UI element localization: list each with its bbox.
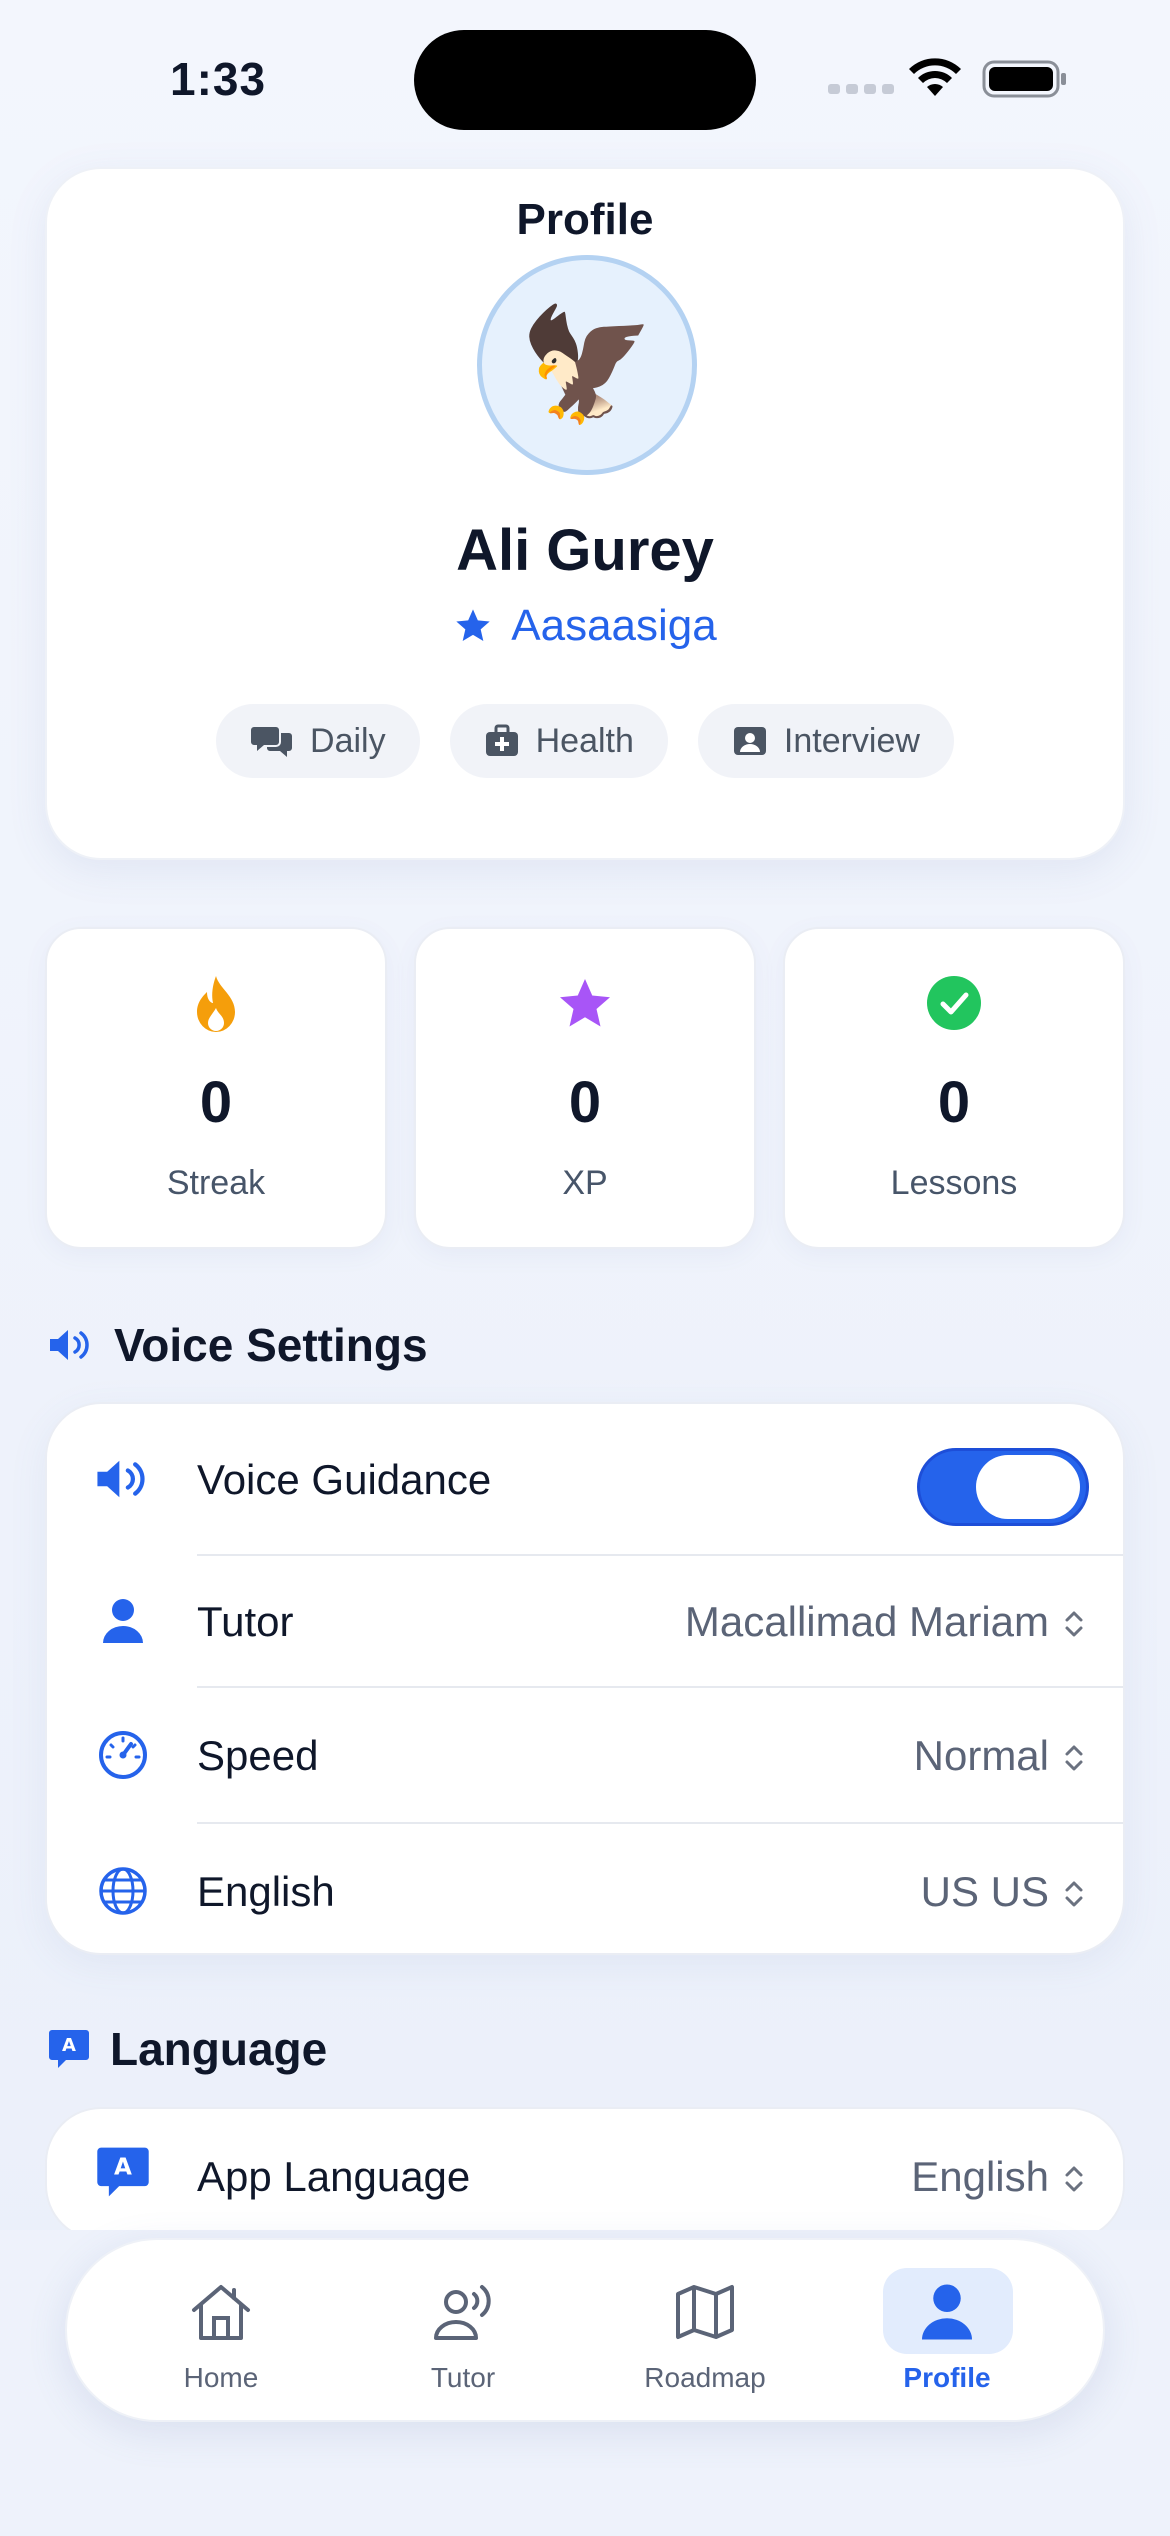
star-icon <box>560 979 610 1027</box>
toggle-knob <box>976 1455 1080 1519</box>
chevron-up-down-icon <box>1065 1745 1083 1771</box>
setting-label: Tutor <box>197 1598 294 1645</box>
profile-card: Profile 🦅 Ali Gurey Aasaasiga Daily Heal… <box>45 167 1125 860</box>
stat-card-streak: 0 Streak <box>45 927 387 1249</box>
speed-select-value[interactable]: Normal <box>914 1732 1049 1780</box>
setting-label: English <box>197 1868 335 1915</box>
flame-icon <box>197 976 235 1032</box>
avatar[interactable]: 🦅 <box>477 255 697 475</box>
translate-icon: A <box>97 2147 149 2197</box>
voice-settings-card: Voice Guidance Tutor Macallimad Mariam S… <box>45 1402 1125 1955</box>
voice-guidance-toggle[interactable] <box>917 1448 1089 1526</box>
language-header: A Language <box>48 2022 327 2076</box>
tab-bar: Home Tutor Roadmap Profile <box>65 2238 1105 2422</box>
status-time: 1:33 <box>170 53 267 105</box>
level-badge: Aasaasiga <box>47 601 1123 651</box>
speaker-icon <box>97 1460 145 1498</box>
stat-card-xp: 0 XP <box>414 927 756 1249</box>
svg-text:A: A <box>62 2035 76 2056</box>
tutor-select-value[interactable]: Macallimad Mariam <box>685 1598 1049 1646</box>
stat-label: XP <box>562 1164 608 1202</box>
stat-card-lessons: 0 Lessons <box>783 927 1125 1249</box>
stat-value: 0 <box>568 1070 602 1135</box>
stat-value: 0 <box>937 1070 971 1135</box>
medical-kit-icon <box>485 724 518 756</box>
chevron-up-down-icon <box>1065 1881 1083 1907</box>
setting-row-english-accent[interactable]: English US US <box>47 1824 1127 1956</box>
dynamic-island <box>414 30 756 130</box>
id-card-icon <box>733 727 766 755</box>
chip-interview[interactable]: Interview <box>697 704 954 778</box>
language-card[interactable]: A App Language English <box>45 2107 1125 2241</box>
setting-row-tutor[interactable]: Tutor Macallimad Mariam <box>47 1554 1127 1686</box>
section-title: Language <box>110 2023 328 2075</box>
level-label: Aasaasiga <box>511 601 717 650</box>
chip-health[interactable]: Health <box>449 704 668 778</box>
tab-tutor[interactable]: Tutor <box>343 2240 583 2424</box>
page-title: Profile <box>516 195 654 244</box>
chip-label: Interview <box>783 721 920 760</box>
topic-chips: Daily Health Interview <box>47 704 1123 778</box>
tab-roadmap[interactable]: Roadmap <box>585 2240 825 2424</box>
setting-label: App Language <box>197 2153 471 2200</box>
check-circle-icon <box>927 976 981 1030</box>
profile-name: Ali Gurey <box>456 518 714 583</box>
battery-icon <box>982 60 1066 98</box>
voice-settings-header: Voice Settings <box>48 1318 428 1372</box>
tab-label: Profile <box>903 2362 991 2393</box>
stat-label: Streak <box>166 1164 266 1202</box>
cellular-signal-icon <box>828 84 894 94</box>
speedometer-icon <box>99 1731 147 1779</box>
chevron-up-down-icon <box>1065 1611 1083 1637</box>
setting-row-voice-guidance: Voice Guidance <box>47 1412 1127 1544</box>
status-bar: 1:33 <box>0 0 1170 140</box>
accent-select-value[interactable]: US US <box>921 1868 1049 1916</box>
setting-label: Speed <box>197 1732 319 1779</box>
section-title: Voice Settings <box>114 1319 428 1371</box>
setting-label: Voice Guidance <box>197 1456 492 1503</box>
translate-icon: A <box>49 2030 89 2068</box>
chip-label: Health <box>535 721 634 760</box>
tab-label: Roadmap <box>644 2362 766 2393</box>
map-icon <box>676 2285 734 2339</box>
chevron-up-down-icon <box>1065 2166 1083 2192</box>
person-icon <box>922 2284 972 2340</box>
chip-label: Daily <box>310 721 386 760</box>
setting-row-speed[interactable]: Speed Normal <box>47 1688 1127 1820</box>
tutor-voice-icon <box>434 2285 491 2340</box>
stat-label: Lessons <box>890 1164 1018 1202</box>
setting-row-app-language[interactable]: A App Language English <box>47 2109 1127 2241</box>
tab-label: Home <box>183 2362 259 2393</box>
chip-daily[interactable]: Daily <box>216 704 420 778</box>
home-icon <box>192 2285 250 2340</box>
star-icon <box>456 609 490 641</box>
wifi-icon <box>909 58 961 96</box>
speaker-icon <box>50 1330 89 1360</box>
stat-value: 0 <box>199 1070 233 1135</box>
tab-home[interactable]: Home <box>101 2240 341 2424</box>
svg-text:A: A <box>114 2155 132 2181</box>
eagle-avatar-emoji: 🦅 <box>518 303 656 426</box>
tab-label: Tutor <box>430 2362 496 2393</box>
globe-icon <box>99 1867 147 1915</box>
tab-profile[interactable]: Profile <box>827 2240 1067 2424</box>
app-language-select-value[interactable]: English <box>911 2153 1049 2201</box>
person-icon <box>103 1599 143 1643</box>
chat-bubbles-icon <box>251 727 293 757</box>
